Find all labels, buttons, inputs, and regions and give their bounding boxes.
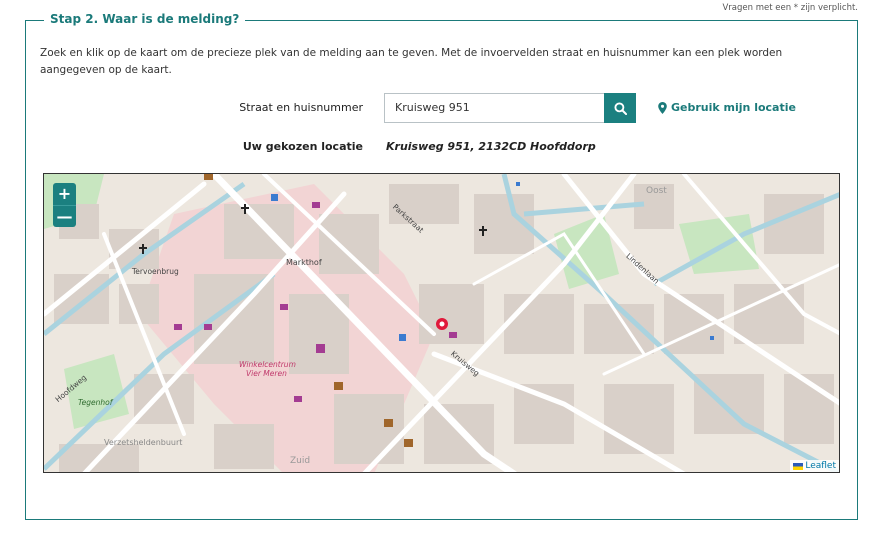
zoom-in-button[interactable]: +: [53, 183, 76, 205]
map[interactable]: Tervoenbrug Markthof Winkelcentrum Vier …: [43, 173, 840, 473]
chosen-location-label: Uw gekozen locatie: [242, 140, 363, 153]
map-label-tegenhof: Tegenhof: [78, 398, 113, 407]
required-note: Vragen met een * zijn verplicht.: [722, 3, 858, 13]
location-step: Stap 2. Waar is de melding? Zoek en klik…: [25, 12, 858, 520]
map-label-winkelcentrum: Winkelcentrum: [239, 360, 296, 369]
flag-icon: [793, 462, 804, 470]
map-tiles: [44, 174, 839, 472]
search-icon: [613, 101, 627, 115]
address-label: Straat en huisnummer: [239, 101, 363, 114]
leaflet-link[interactable]: Leaflet: [805, 461, 836, 471]
step-legend: Stap 2. Waar is de melding?: [44, 12, 246, 26]
map-label-verzetsheldenbuurt: Verzetsheldenbuurt: [104, 438, 183, 447]
map-label-vier-meren: Vier Meren: [246, 369, 287, 378]
address-input[interactable]: Kruisweg 951: [384, 93, 604, 123]
map-marker-icon: [658, 101, 667, 114]
map-label-oost: Oost: [646, 186, 667, 196]
use-my-location-link[interactable]: Gebruik mijn locatie: [658, 101, 796, 114]
map-label-markthof: Markthof: [286, 258, 322, 267]
chosen-location-value: Kruisweg 951, 2132CD Hoofddorp: [386, 140, 596, 153]
map-attribution[interactable]: Leaflet: [790, 460, 839, 472]
zoom-control: + —: [53, 183, 76, 227]
map-label-tervoenbrug: Tervoenbrug: [132, 267, 179, 276]
zoom-out-button[interactable]: —: [53, 205, 76, 227]
use-my-location-label: Gebruik mijn locatie: [671, 101, 796, 114]
search-button[interactable]: [604, 93, 636, 123]
map-label-zuid: Zuid: [290, 456, 311, 466]
step-intro: Zoek en klik op de kaart om de precieze …: [40, 47, 783, 76]
